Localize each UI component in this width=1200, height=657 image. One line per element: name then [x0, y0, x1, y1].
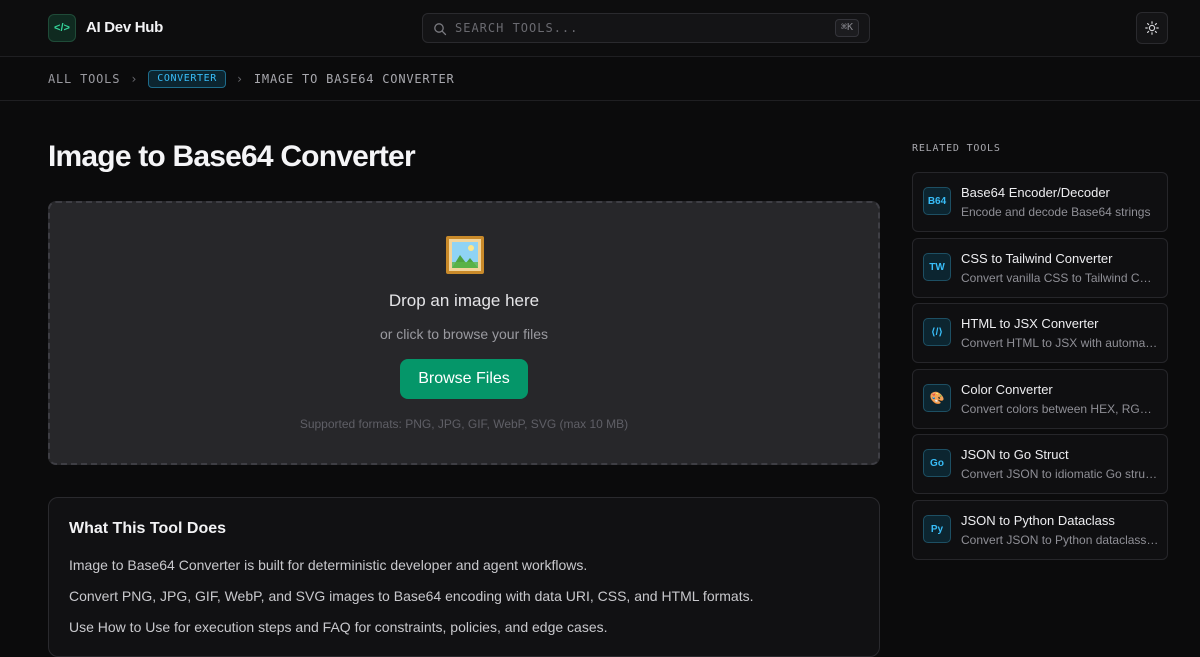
related-tool-description: Convert vanilla CSS to Tailwind CSS clas…: [961, 271, 1159, 285]
related-tool-name: Base64 Encoder/Decoder: [961, 185, 1110, 200]
info-paragraph: Image to Base64 Converter is built for d…: [69, 557, 588, 573]
theme-toggle-button[interactable]: [1136, 12, 1168, 44]
related-tool-name: JSON to Go Struct: [961, 447, 1069, 462]
image-dropzone[interactable]: Drop an image here or click to browse yo…: [48, 201, 880, 465]
related-tool-card[interactable]: B64 Base64 Encoder/Decoder Encode and de…: [912, 172, 1168, 232]
related-tool-name: HTML to JSX Converter: [961, 316, 1099, 331]
related-tool-name: Color Converter: [961, 382, 1053, 397]
chevron-right-icon: ›: [235, 72, 244, 86]
breadcrumb-all-tools[interactable]: ALL TOOLS: [48, 72, 120, 86]
info-card-title: What This Tool Does: [69, 520, 227, 537]
related-tool-card[interactable]: Py JSON to Python Dataclass Convert JSON…: [912, 500, 1168, 560]
breadcrumb: ALL TOOLS › CONVERTER › IMAGE TO BASE64 …: [0, 57, 1200, 101]
breadcrumb-current: IMAGE TO BASE64 CONVERTER: [253, 72, 455, 86]
logo-glyph: </>: [54, 22, 70, 34]
page-title: Image to Base64 Converter: [48, 140, 416, 173]
what-this-tool-does-card: What This Tool Does Image to Base64 Conv…: [48, 497, 880, 657]
related-tool-description: Encode and decode Base64 strings: [961, 205, 1151, 219]
info-paragraph: Convert PNG, JPG, GIF, WebP, and SVG ima…: [69, 588, 754, 604]
related-tool-description: Convert JSON to Python dataclass definit…: [961, 533, 1159, 547]
dropzone-title: Drop an image here: [388, 291, 540, 310]
related-tool-description: Convert HTML to JSX with automatic attri…: [961, 336, 1159, 350]
search-icon: [434, 23, 447, 36]
python-icon: Py: [923, 515, 951, 543]
base64-icon: B64: [923, 187, 951, 215]
related-tools-heading: RELATED TOOLS: [912, 143, 1001, 154]
related-tool-card[interactable]: 🎨 Color Converter Convert colors between…: [912, 369, 1168, 429]
dropzone-subtitle: or click to browse your files: [379, 326, 549, 342]
browse-files-button[interactable]: Browse Files: [400, 359, 528, 399]
logo-icon[interactable]: </>: [48, 14, 76, 42]
related-tool-name: JSON to Python Dataclass: [961, 513, 1115, 528]
related-tool-description: Convert colors between HEX, RGB, HSL: [961, 402, 1159, 416]
related-tool-description: Convert JSON to idiomatic Go struct defi…: [961, 467, 1159, 481]
palette-icon: 🎨: [923, 384, 951, 412]
related-tool-card[interactable]: ⟨/⟩ HTML to JSX Converter Convert HTML t…: [912, 303, 1168, 363]
top-header: </> AI Dev Hub ⌘K: [0, 0, 1200, 57]
related-tool-name: CSS to Tailwind Converter: [961, 251, 1113, 266]
go-icon: Go: [923, 449, 951, 477]
breadcrumb-category-badge[interactable]: CONVERTER: [148, 70, 226, 88]
search-input[interactable]: [455, 18, 835, 38]
search-shortcut-hint: ⌘K: [834, 19, 859, 37]
tailwind-icon: TW: [923, 253, 951, 281]
related-tool-card[interactable]: TW CSS to Tailwind Converter Convert van…: [912, 238, 1168, 298]
supported-formats-note: Supported formats: PNG, JPG, GIF, WebP, …: [299, 417, 629, 431]
sun-icon: [1145, 21, 1159, 35]
info-paragraph: Use How to Use for execution steps and F…: [69, 619, 608, 635]
related-tool-card[interactable]: Go JSON to Go Struct Convert JSON to idi…: [912, 434, 1168, 494]
code-tag-icon: ⟨/⟩: [923, 318, 951, 346]
framed-picture-icon: [446, 236, 484, 274]
brand-name[interactable]: AI Dev Hub: [86, 19, 163, 36]
chevron-right-icon: ›: [130, 72, 139, 86]
search-box[interactable]: ⌘K: [422, 13, 870, 43]
